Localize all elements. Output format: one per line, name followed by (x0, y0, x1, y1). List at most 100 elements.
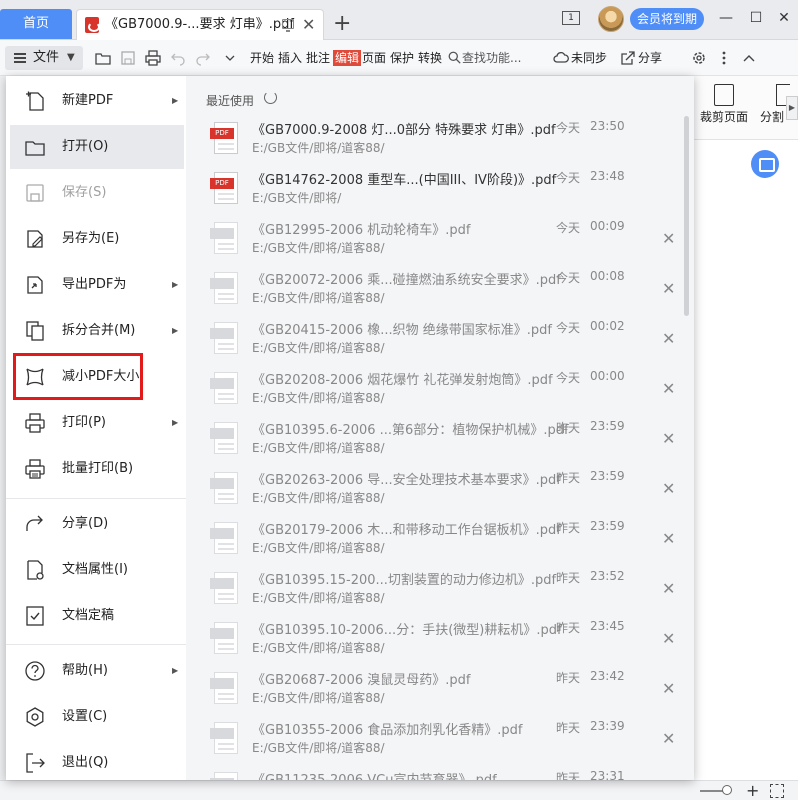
home-tab[interactable]: 首页 (0, 9, 72, 39)
more-chevron-icon[interactable] (222, 50, 238, 66)
more-options-icon[interactable] (716, 50, 732, 66)
menu-item-share[interactable]: 分享(D) (10, 502, 184, 546)
cloud-sync-icon[interactable] (553, 50, 569, 66)
file-menu-button[interactable]: 文件 ▼ (5, 46, 83, 70)
file-name[interactable]: 《GB14762-2008 重型车...(中国III、IV阶段)》.pdf (252, 169, 556, 188)
file-name[interactable]: 《GB12995-2006 机动轮椅车》.pdf (252, 219, 470, 238)
search-input[interactable]: 查找功能... (462, 50, 521, 66)
file-name[interactable]: 《GB20263-2006 导...安全处理技术基本要求》.pdf (252, 469, 561, 488)
list-item[interactable]: PDF 《GB20687-2006 溴鼠灵母药》.pdf E:/GB文件/即将/道客… (186, 664, 694, 714)
tab-edit[interactable]: 编辑 (333, 50, 362, 66)
file-name[interactable]: 《GB20179-2006 木...和带移动工作台锯板机》.pdf (252, 519, 561, 538)
list-item[interactable]: PDF 《GB20208-2006 烟花爆竹 礼花弹发射炮筒》.pdf E:/GB文… (186, 364, 694, 414)
list-item[interactable]: PDF 《GB20263-2006 导...安全处理技术基本要求》.pdf E:/G… (186, 464, 694, 514)
new-tab-button[interactable]: + (333, 9, 351, 39)
search-icon[interactable] (448, 51, 461, 64)
document-tab[interactable]: 《GB7000.9-...要求 灯串》.pdf ✕ (76, 9, 324, 40)
remove-recent-icon[interactable]: ✕ (662, 429, 675, 448)
file-name[interactable]: 《GB7000.9-2008 灯...0部分 特殊要求 灯串》.pdf (252, 119, 556, 138)
menu-item-label: 文档定稿 (62, 608, 115, 623)
sync-status[interactable]: 未同步 (571, 50, 607, 66)
redo-icon[interactable] (195, 50, 211, 66)
tab-convert[interactable]: 转换 (418, 50, 442, 66)
gear-icon[interactable] (691, 50, 707, 66)
open-folder-icon[interactable] (95, 50, 111, 66)
remove-recent-icon[interactable]: ✕ (662, 529, 675, 548)
remove-recent-icon[interactable]: ✕ (662, 229, 675, 248)
menu-item-split-merge[interactable]: 拆分合并(M) ▶ (10, 309, 184, 353)
tab-start[interactable]: 开始 (250, 50, 274, 66)
zoom-slider-thumb[interactable] (722, 785, 732, 795)
remove-recent-icon[interactable]: ✕ (662, 279, 675, 298)
save-icon[interactable] (120, 50, 136, 66)
scrollbar[interactable] (684, 116, 689, 316)
minimize-icon[interactable]: — (716, 8, 736, 28)
menu-item-new-pdf[interactable]: 新建PDF ▶ (10, 79, 184, 123)
file-name[interactable]: 《GB10395.6-2006 ...第6部分：植物保护机械》.pdf (252, 419, 569, 438)
menu-item-save[interactable]: 保存(S) (10, 171, 184, 215)
zoom-in-icon[interactable]: + (746, 781, 759, 800)
pdf-file-icon: PDF (210, 622, 240, 656)
menu-item-doc-properties[interactable]: 文档属性(I) (10, 548, 184, 592)
remove-recent-icon[interactable]: ✕ (662, 729, 675, 748)
remove-recent-icon[interactable]: ✕ (662, 329, 675, 348)
ribbon-scroll-right-icon[interactable]: ▶ (786, 96, 798, 120)
remove-recent-icon[interactable]: ✕ (662, 629, 675, 648)
file-name[interactable]: 《GB20208-2006 烟花爆竹 礼花弹发射炮筒》.pdf (252, 369, 553, 388)
refresh-icon[interactable] (264, 91, 277, 104)
tab-protect[interactable]: 保护 (390, 50, 414, 66)
menu-item-export-pdf[interactable]: 导出PDF为 ▶ (10, 263, 184, 307)
list-item[interactable]: PDF 《GB20415-2006 橡...织物 绝缘带国家标准》.pdf E:/G… (186, 314, 694, 364)
share-icon[interactable] (620, 50, 636, 66)
tab-page[interactable]: 页面 (362, 50, 386, 66)
file-name[interactable]: 《GB20687-2006 溴鼠灵母药》.pdf (252, 669, 470, 688)
maximize-icon[interactable]: ☐ (746, 8, 766, 28)
menu-item-finalize[interactable]: 文档定稿 (10, 594, 184, 638)
file-name[interactable]: 《GB20415-2006 橡...织物 绝缘带国家标准》.pdf (252, 319, 552, 338)
close-tab-icon[interactable]: ✕ (302, 10, 315, 40)
remove-recent-icon[interactable]: ✕ (662, 679, 675, 698)
list-item[interactable]: PDF 《GB20179-2006 木...和带移动工作台锯板机》.pdf E:/G… (186, 514, 694, 564)
close-window-icon[interactable]: ✕ (774, 8, 794, 28)
print-icon[interactable] (145, 50, 161, 66)
list-item[interactable]: PDF 《GB14762-2008 重型车...(中国III、IV阶段)》.pdf… (186, 164, 694, 214)
list-item[interactable]: PDF 《GB10355-2006 食品添加剂乳化香精》.pdf E:/GB文件/即… (186, 714, 694, 764)
share-button[interactable]: 分享 (638, 50, 662, 66)
menu-item-save-as[interactable]: 另存为(E) (10, 217, 184, 261)
fullscreen-icon[interactable] (770, 784, 784, 798)
list-item[interactable]: PDF 《GB10395.15-200...切割装置的动力修边机》.pdf E:/G… (186, 564, 694, 614)
floating-tool-icon[interactable] (751, 150, 779, 178)
list-item[interactable]: PDF 《GB11235-2006 VCu宣内节育器》.pdf 昨天 23:31 ✕ (186, 764, 694, 780)
collapse-ribbon-icon[interactable] (741, 50, 757, 66)
file-name[interactable]: 《GB11235-2006 VCu宣内节育器》.pdf (252, 769, 497, 780)
list-item[interactable]: PDF 《GB20072-2006 乘...碰撞燃油系统安全要求》.pdf E:/G… (186, 264, 694, 314)
menu-item-batch-print[interactable]: 批量打印(B) (10, 447, 184, 491)
menu-item-exit[interactable]: 退出(Q) (10, 741, 184, 780)
vip-badge[interactable]: 会员将到期 (630, 8, 704, 30)
list-item[interactable]: PDF 《GB12995-2006 机动轮椅车》.pdf E:/GB文件/即将/道客… (186, 214, 694, 264)
crop-page-button[interactable]: 裁剪页面 (696, 84, 752, 125)
file-name[interactable]: 《GB20072-2006 乘...碰撞燃油系统安全要求》.pdf (252, 269, 561, 288)
menu-item-print[interactable]: 打印(P) ▶ (10, 401, 184, 445)
menu-item-open[interactable]: 打开(O) (10, 125, 184, 169)
avatar[interactable] (598, 6, 624, 32)
window-count-icon[interactable]: 1 (562, 11, 580, 25)
menu-item-help[interactable]: 帮助(H) ▶ (10, 649, 184, 693)
tab-insert[interactable]: 插入 (278, 50, 302, 66)
list-item[interactable]: PDF 《GB10395.10-2006...分：手扶(微型)耕耘机》.pdf E:… (186, 614, 694, 664)
file-time: 00:00 (590, 369, 625, 383)
file-name[interactable]: 《GB10395.15-200...切割装置的动力修边机》.pdf (252, 569, 556, 588)
remove-recent-icon[interactable]: ✕ (662, 579, 675, 598)
list-item[interactable]: PDF 《GB7000.9-2008 灯...0部分 特殊要求 灯串》.pdf E:… (186, 114, 694, 164)
menu-item-settings[interactable]: 设置(C) (10, 695, 184, 739)
file-name[interactable]: 《GB10395.10-2006...分：手扶(微型)耕耘机》.pdf (252, 619, 562, 638)
file-day: 昨天 (556, 421, 581, 435)
remove-recent-icon[interactable]: ✕ (662, 379, 675, 398)
list-item[interactable]: PDF 《GB10395.6-2006 ...第6部分：植物保护机械》.pdf E:… (186, 414, 694, 464)
monitor-icon[interactable] (282, 19, 294, 32)
remove-recent-icon[interactable]: ✕ (662, 479, 675, 498)
file-name[interactable]: 《GB10355-2006 食品添加剂乳化香精》.pdf (252, 719, 522, 738)
remove-recent-icon[interactable]: ✕ (662, 779, 675, 780)
undo-icon[interactable] (170, 50, 186, 66)
tab-annotate[interactable]: 批注 (306, 50, 330, 66)
